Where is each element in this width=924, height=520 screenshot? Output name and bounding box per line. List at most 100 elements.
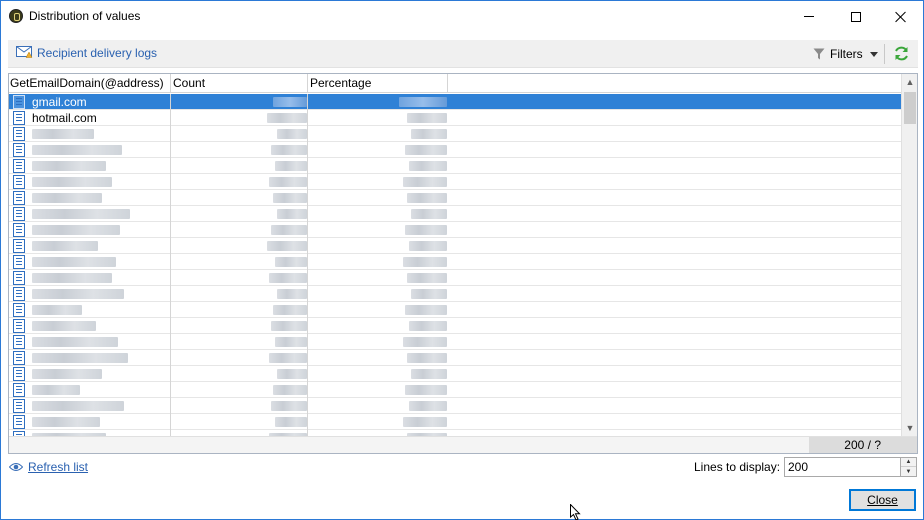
cell-divider: [307, 302, 308, 318]
column-header-count[interactable]: Count: [173, 76, 205, 90]
cell-divider: [307, 190, 308, 206]
cell-divider: [170, 286, 171, 302]
table-row[interactable]: [9, 142, 901, 158]
obscured-count-cell: [267, 241, 307, 251]
table-row[interactable]: [9, 286, 901, 302]
record-icon: [13, 143, 25, 157]
obscured-domain-cell: [32, 177, 112, 187]
obscured-percentage-cell: [409, 401, 447, 411]
obscured-domain-cell: [32, 225, 120, 235]
obscured-percentage-cell: [407, 353, 447, 363]
table-row[interactable]: [9, 238, 901, 254]
scroll-up-icon[interactable]: ▲: [902, 74, 917, 90]
refresh-list-link[interactable]: Refresh list: [28, 460, 88, 474]
lines-to-display-input[interactable]: [784, 457, 901, 477]
refresh-icon[interactable]: [893, 45, 910, 62]
obscured-domain-cell: [32, 337, 118, 347]
table-row[interactable]: hotmail.com: [9, 110, 901, 126]
cell-divider: [307, 270, 308, 286]
cell-divider: [170, 398, 171, 414]
obscured-count-cell: [271, 145, 307, 155]
cell-divider: [170, 382, 171, 398]
table-row[interactable]: [9, 318, 901, 334]
values-grid: GetEmailDomain(@address) Count Percentag…: [8, 73, 918, 454]
obscured-percentage-cell: [403, 337, 447, 347]
table-row[interactable]: gmail.com: [9, 94, 901, 110]
obscured-percentage-cell: [411, 289, 447, 299]
obscured-domain-cell: [32, 417, 100, 427]
obscured-domain-cell: [32, 209, 130, 219]
close-window-button[interactable]: [878, 1, 924, 32]
minimize-button[interactable]: [786, 1, 832, 32]
stepper-down-icon[interactable]: ▼: [901, 467, 916, 476]
column-header-percentage[interactable]: Percentage: [310, 76, 371, 90]
obscured-count-cell: [275, 337, 307, 347]
table-row[interactable]: [9, 366, 901, 382]
table-row[interactable]: [9, 174, 901, 190]
table-row[interactable]: [9, 254, 901, 270]
maximize-button[interactable]: [833, 1, 879, 32]
obscured-domain-cell: [32, 289, 124, 299]
table-row[interactable]: [9, 382, 901, 398]
table-row[interactable]: [9, 158, 901, 174]
cell-divider: [307, 318, 308, 334]
record-icon: [13, 175, 25, 189]
cell-divider: [307, 414, 308, 430]
obscured-domain-cell: [32, 273, 112, 283]
column-divider[interactable]: [447, 74, 448, 93]
record-icon: [13, 335, 25, 349]
title-bar[interactable]: Distribution of values: [1, 1, 923, 32]
obscured-count-cell: [273, 193, 307, 203]
table-row[interactable]: [9, 398, 901, 414]
table-row[interactable]: [9, 334, 901, 350]
window-title: Distribution of values: [29, 9, 141, 23]
domain-cell: hotmail.com: [32, 111, 97, 125]
table-row[interactable]: [9, 302, 901, 318]
cell-divider: [170, 94, 171, 110]
toolbar: Recipient delivery logs Filters: [8, 40, 918, 68]
column-divider[interactable]: [170, 74, 171, 93]
cell-divider: [170, 350, 171, 366]
table-row[interactable]: [9, 206, 901, 222]
cell-divider: [170, 174, 171, 190]
scroll-down-icon[interactable]: ▼: [902, 420, 917, 436]
obscured-count-cell: [277, 289, 307, 299]
obscured-percentage-cell: [403, 257, 447, 267]
maximize-icon: [851, 11, 861, 22]
table-row[interactable]: [9, 126, 901, 142]
cell-divider: [307, 398, 308, 414]
close-button[interactable]: Close: [849, 489, 916, 511]
scroll-thumb[interactable]: [904, 92, 916, 124]
obscured-domain-cell: [32, 401, 124, 411]
cell-divider: [307, 238, 308, 254]
filters-button[interactable]: Filters: [813, 44, 878, 64]
table-row[interactable]: [9, 190, 901, 206]
obscured-percentage-cell: [409, 161, 447, 171]
cell-divider: [307, 158, 308, 174]
table-row[interactable]: [9, 270, 901, 286]
stepper-up-icon[interactable]: ▲: [901, 458, 916, 467]
record-icon: [13, 303, 25, 317]
obscured-count-cell: [271, 401, 307, 411]
cell-divider: [170, 158, 171, 174]
table-row[interactable]: [9, 350, 901, 366]
record-icon: [13, 399, 25, 413]
column-header-domain[interactable]: GetEmailDomain(@address): [10, 76, 164, 90]
obscured-count-cell: [275, 161, 307, 171]
vertical-scrollbar[interactable]: ▲ ▼: [901, 74, 917, 436]
lines-stepper[interactable]: ▲ ▼: [901, 457, 917, 477]
table-row[interactable]: [9, 222, 901, 238]
column-divider[interactable]: [307, 74, 308, 93]
cell-divider: [170, 190, 171, 206]
record-icon: [13, 351, 25, 365]
obscured-percentage-cell: [405, 385, 447, 395]
obscured-percentage-cell: [409, 241, 447, 251]
table-row[interactable]: [9, 414, 901, 430]
obscured-percentage-cell: [403, 417, 447, 427]
filters-label: Filters: [830, 47, 863, 61]
record-icon: [13, 127, 25, 141]
obscured-percentage-cell: [403, 177, 447, 187]
cell-divider: [307, 254, 308, 270]
obscured-count-cell: [271, 225, 307, 235]
recipient-delivery-logs-link[interactable]: Recipient delivery logs: [37, 46, 157, 60]
